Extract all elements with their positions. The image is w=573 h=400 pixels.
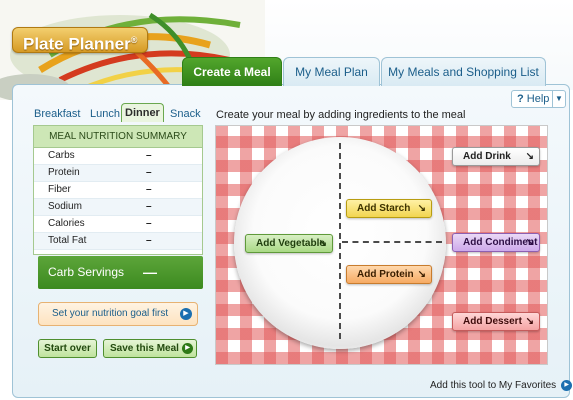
logo-text: Plate Planner [23,34,131,54]
add-dessert-button[interactable]: Add Dessert ↘ [452,312,540,331]
carb-servings-value: — [143,264,157,280]
save-meal-label: Save this Meal [110,343,179,354]
nutrition-row-protein: Protein – [34,165,202,182]
nutrition-label: Protein [48,167,80,178]
add-vegetable-button[interactable]: Add Vegetable ↘ [245,234,333,253]
add-condiment-button[interactable]: Add Condiment ↘ [452,233,540,252]
chevron-down-icon[interactable]: ▼ [552,91,565,107]
add-to-favorites-label: Add this tool to My Favorites [430,380,557,392]
help-label: Help [526,93,550,105]
logo-registered-mark: ® [130,35,138,45]
set-nutrition-goal-label: Set your nutrition goal first [52,308,169,319]
tab-my-meals-and-shopping-list[interactable]: My Meals and Shopping List [381,57,546,86]
arrow-down-right-icon: ↘ [525,237,534,248]
meal-tab-lunch[interactable]: Lunch [90,106,120,122]
add-starch-button[interactable]: Add Starch ↘ [346,199,432,218]
play-arrow-icon: ▶ [182,343,193,354]
nutrition-row-fiber: Fiber – [34,182,202,199]
play-arrow-icon: ▶ [561,380,573,391]
play-arrow-icon: ▶ [180,308,192,320]
add-protein-label: Add Protein [357,269,414,280]
tab-my-meal-plan[interactable]: My Meal Plan [283,57,380,86]
add-drink-button[interactable]: Add Drink ↘ [452,147,540,166]
nutrition-value: – [146,167,152,178]
tab-create-a-meal[interactable]: Create a Meal [182,57,282,86]
plate-divider-vertical [339,143,341,339]
nutrition-label: Calories [48,218,85,229]
help-button[interactable]: ? Help ▼ [511,90,566,108]
nutrition-value: – [146,201,152,212]
set-nutrition-goal-button[interactable]: Set your nutrition goal first ▶ [38,302,198,326]
nutrition-label: Sodium [48,201,82,212]
plate-planner-logo[interactable]: Plate Planner® [12,27,149,54]
nutrition-row-calories: Calories – [34,216,202,233]
add-dessert-label: Add Dessert [463,316,522,327]
help-icon: ? [517,93,524,105]
nutrition-value: – [146,218,152,229]
arrow-down-right-icon: ↘ [417,203,426,214]
instruction-text: Create your meal by adding ingredients t… [216,109,466,121]
arrow-down-right-icon: ↘ [525,151,534,162]
carb-servings-label: Carb Servings [48,265,125,279]
add-starch-label: Add Starch [357,203,411,214]
add-drink-label: Add Drink [463,151,511,162]
nutrition-row-sodium: Sodium – [34,199,202,216]
plate-divider-horizontal [342,241,442,243]
meal-nutrition-summary: MEAL NUTRITION SUMMARY Carbs – Protein –… [33,125,203,255]
nutrition-label: Carbs [48,150,75,161]
add-to-favorites-link[interactable]: Add this tool to My Favorites ▶ [430,380,573,392]
meal-tab-dinner[interactable]: Dinner [121,103,164,122]
carb-servings-bar: Carb Servings — [38,256,203,289]
nutrition-value: – [146,235,152,246]
nutrition-value: – [146,150,152,161]
nutrition-value: – [146,184,152,195]
nutrition-label: Fiber [48,184,71,195]
arrow-down-right-icon: ↘ [417,269,426,280]
meal-tab-snack[interactable]: Snack [170,106,201,122]
add-protein-button[interactable]: Add Protein ↘ [346,265,432,284]
start-over-button[interactable]: Start over [38,339,97,358]
nutrition-label: Total Fat [48,235,87,246]
arrow-down-right-icon: ↘ [318,238,327,249]
nutrition-row-total-fat: Total Fat – [34,233,202,250]
nutrition-row-carbs: Carbs – [34,148,202,165]
add-vegetable-label: Add Vegetable [256,238,325,249]
save-meal-button[interactable]: Save this Meal ▶ [103,339,197,358]
meal-tab-breakfast[interactable]: Breakfast [34,106,80,122]
arrow-down-right-icon: ↘ [525,316,534,327]
nutrition-summary-title: MEAL NUTRITION SUMMARY [34,126,202,148]
